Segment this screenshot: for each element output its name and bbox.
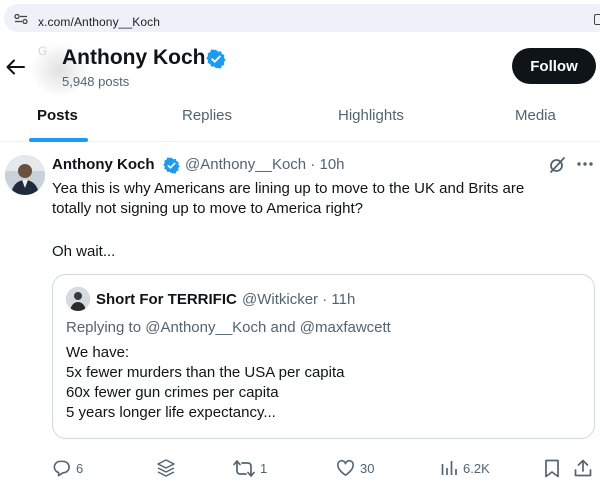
bookmark-button[interactable] (544, 458, 560, 478)
back-arrow-icon[interactable] (4, 56, 26, 78)
tweet-text-line: Oh wait... (52, 243, 116, 260)
avatar-image (5, 155, 45, 195)
post-count: 5,948 posts (62, 74, 130, 89)
repost-count: 1 (260, 460, 268, 476)
reply-mention-link[interactable]: @Anthony__Koch (145, 319, 266, 336)
tab-replies[interactable]: Replies (182, 107, 232, 124)
verified-badge-icon (206, 49, 226, 69)
tab-highlights[interactable]: Highlights (338, 107, 404, 124)
like-button[interactable]: 30 (336, 458, 374, 478)
quoted-tweet[interactable]: Short For TERRIFIC @Witkicker · 11h Repl… (52, 274, 595, 439)
bookmark-icon (545, 459, 559, 477)
tweet-text: Yea this is why Americans are lining up … (52, 179, 592, 219)
profile-tabs: Posts Replies Highlights Media (0, 98, 600, 142)
share-button[interactable] (574, 458, 592, 478)
url-text[interactable]: x.com/Anthony__Koch (38, 15, 160, 29)
quoted-text: We have: 5x fewer murders than the USA p… (66, 343, 344, 423)
site-settings-icon[interactable] (14, 14, 28, 24)
follow-button[interactable]: Follow (512, 48, 596, 84)
verified-badge-icon (163, 157, 180, 174)
replying-to-and: and (266, 319, 300, 336)
quoted-text-line: 5x fewer murders than the USA per capita (66, 364, 345, 381)
quoted-text-line: 5 years longer life expectancy... (66, 404, 276, 421)
faded-overlay-text: G (38, 44, 48, 58)
tweet-action-bar: 6 1 30 6.2K (0, 452, 600, 482)
reply-button[interactable]: 6 (52, 458, 83, 478)
like-count: 30 (360, 460, 375, 476)
heart-icon (337, 459, 354, 476)
profile-header: G Anthony Koch 5,948 posts Follow (0, 38, 600, 98)
tab-icon[interactable] (594, 14, 600, 25)
address-bar[interactable]: x.com/Anthony__Koch (4, 4, 600, 32)
quoted-text-line: We have: (66, 344, 130, 361)
quoted-avatar (66, 287, 90, 311)
reply-count: 6 (76, 460, 84, 476)
tab-posts[interactable]: Posts (37, 107, 78, 124)
quoted-text-line: 60x fewer gun crimes per capita (66, 384, 279, 401)
tweet-text-line: Yea this is why Americans are lining up … (52, 180, 525, 197)
tweet-handle-time[interactable]: @Anthony__Koch · 10h (185, 156, 345, 173)
active-tab-indicator (29, 138, 88, 142)
replying-to: Replying to @Anthony__Koch and @maxfawce… (66, 319, 391, 336)
grok-icon[interactable] (548, 156, 566, 174)
stack-button[interactable] (156, 458, 176, 478)
replying-to-label: Replying to (66, 319, 146, 336)
quoted-avatar-image (66, 287, 90, 311)
view-count: 6.2K (463, 460, 490, 476)
views-button[interactable]: 6.2K (440, 458, 490, 478)
repost-icon (233, 459, 255, 477)
avatar[interactable] (5, 155, 45, 195)
reply-icon (53, 460, 70, 476)
reply-mention-link[interactable]: @maxfawcett (300, 319, 391, 336)
repost-button[interactable]: 1 (233, 458, 267, 478)
quoted-handle-time: @Witkicker · 11h (242, 291, 356, 308)
share-icon (574, 459, 592, 476)
quoted-author-name: Short For TERRIFIC (96, 291, 237, 308)
tweet-text-line: totally not signing up to move to Americ… (52, 200, 364, 217)
browser-url-bar: x.com/Anthony__Koch (0, 0, 600, 38)
stack-icon (157, 459, 175, 477)
tab-media[interactable]: Media (515, 107, 556, 124)
tweet-author-name[interactable]: Anthony Koch (52, 156, 155, 173)
more-options-icon[interactable] (576, 161, 594, 167)
analytics-icon (441, 461, 457, 475)
profile-name: Anthony Koch (62, 46, 206, 69)
